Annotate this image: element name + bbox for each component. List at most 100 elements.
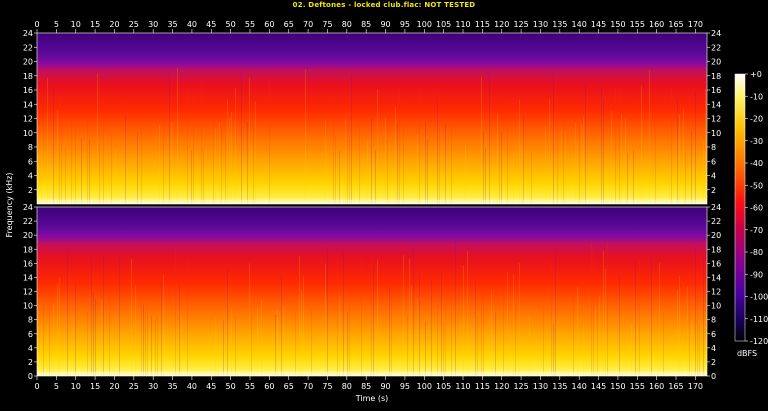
- colorbar-tick-label: -120: [750, 337, 768, 346]
- colorbar-tick-label: -80: [750, 248, 763, 257]
- x-tick-label-top: 150: [610, 20, 625, 29]
- spectrogram-chart: 0055101015152020252530303535404045455050…: [5, 20, 768, 403]
- x-tick-label-top: 140: [572, 20, 587, 29]
- y-tick-label-right: 20: [711, 231, 721, 240]
- x-tick-label-bottom: 100: [417, 382, 432, 391]
- x-tick-label-bottom: 110: [455, 382, 470, 391]
- y-tick-label-right: 6: [711, 157, 716, 166]
- x-tick-label-bottom: 160: [649, 382, 664, 391]
- colorbar-tick-label: -100: [750, 293, 768, 302]
- y-tick-label-left: 22: [23, 217, 33, 226]
- colorbar-tick-label: -10: [750, 92, 763, 101]
- y-tick-label-left: 20: [23, 58, 33, 67]
- y-tick-label-right: 2: [711, 358, 716, 367]
- y-tick-label-left: 12: [23, 115, 33, 124]
- y-tick-label-left: 8: [28, 143, 33, 152]
- x-tick-label-top: 165: [668, 20, 683, 29]
- y-tick-label-left: 16: [23, 86, 33, 95]
- x-tick-label-bottom: 115: [475, 382, 490, 391]
- y-tick-label-left: 4: [28, 344, 33, 353]
- y-tick-label-right: 0: [711, 372, 716, 381]
- x-tick-label-top: 85: [361, 20, 371, 29]
- x-tick-label-bottom: 150: [610, 382, 625, 391]
- x-tick-label-top: 45: [206, 20, 216, 29]
- y-tick-label-left: 12: [23, 288, 33, 297]
- y-tick-label-right: 14: [711, 273, 721, 282]
- y-tick-label-right: 4: [711, 344, 716, 353]
- x-tick-label-top: 5: [54, 20, 59, 29]
- colorbar-tick-label: -70: [750, 226, 763, 235]
- x-tick-label-bottom: 105: [436, 382, 451, 391]
- x-tick-label-bottom: 165: [668, 382, 683, 391]
- y-tick-label-left: 16: [23, 259, 33, 268]
- x-tick-label-top: 55: [245, 20, 255, 29]
- x-tick-label-bottom: 45: [206, 382, 216, 391]
- y-tick-label-left: 4: [28, 172, 33, 181]
- x-tick-label-top: 125: [513, 20, 528, 29]
- x-tick-label-top: 35: [167, 20, 177, 29]
- x-tick-label-top: 135: [552, 20, 567, 29]
- y-tick-label-left: 10: [23, 302, 33, 311]
- y-tick-label-right: 10: [711, 129, 721, 138]
- colorbar-tick-label: -40: [750, 159, 763, 168]
- y-tick-label-right: 18: [711, 72, 721, 81]
- y-tick-label-right: 10: [711, 302, 721, 311]
- x-tick-label-bottom: 50: [226, 382, 236, 391]
- colorbar-tick-label: -90: [750, 270, 763, 279]
- x-axis-label: Time (s): [355, 394, 389, 403]
- y-tick-label-left: 24: [23, 203, 33, 212]
- colorbar-tick-label: -110: [750, 315, 768, 324]
- y-tick-label-right: 24: [711, 29, 721, 38]
- x-tick-label-bottom: 140: [572, 382, 587, 391]
- x-tick-label-top: 75: [322, 20, 332, 29]
- x-tick-label-bottom: 75: [322, 382, 332, 391]
- x-tick-label-bottom: 15: [90, 382, 100, 391]
- colorbar-tick-label: -30: [750, 137, 763, 146]
- y-tick-label-left: 2: [28, 358, 33, 367]
- y-axis-label: Frequency (kHz): [5, 173, 14, 238]
- x-tick-label-bottom: 70: [303, 382, 313, 391]
- y-tick-label-right: 18: [711, 245, 721, 254]
- y-tick-label-left: 10: [23, 129, 33, 138]
- y-tick-label-left: 18: [23, 72, 33, 81]
- x-tick-label-bottom: 155: [630, 382, 645, 391]
- x-tick-label-top: 145: [591, 20, 606, 29]
- y-tick-label-right: 16: [711, 86, 721, 95]
- x-tick-label-top: 25: [129, 20, 139, 29]
- y-tick-label-left: 2: [28, 186, 33, 195]
- x-tick-label-bottom: 80: [342, 382, 352, 391]
- x-tick-label-top: 60: [264, 20, 274, 29]
- x-tick-label-top: 105: [436, 20, 451, 29]
- y-tick-label-left: 8: [28, 316, 33, 325]
- x-tick-label-bottom: 60: [264, 382, 274, 391]
- x-tick-label-top: 80: [342, 20, 352, 29]
- colorbar-tick-label: -20: [750, 115, 763, 124]
- x-tick-label-bottom: 35: [167, 382, 177, 391]
- x-tick-label-top: 15: [90, 20, 100, 29]
- x-tick-label-top: 50: [226, 20, 236, 29]
- x-tick-label-bottom: 10: [71, 382, 81, 391]
- x-tick-label-top: 70: [303, 20, 313, 29]
- x-tick-label-bottom: 85: [361, 382, 371, 391]
- x-tick-label-bottom: 0: [34, 382, 39, 391]
- x-tick-label-bottom: 40: [187, 382, 197, 391]
- y-tick-label-right: 20: [711, 58, 721, 67]
- x-tick-label-bottom: 135: [552, 382, 567, 391]
- x-tick-label-top: 160: [649, 20, 664, 29]
- x-tick-label-bottom: 95: [400, 382, 410, 391]
- x-tick-label-top: 155: [630, 20, 645, 29]
- x-tick-label-top: 110: [455, 20, 470, 29]
- x-tick-label-bottom: 25: [129, 382, 139, 391]
- y-tick-label-left: 22: [23, 43, 33, 52]
- colorbar: [734, 73, 746, 342]
- x-tick-label-top: 95: [400, 20, 410, 29]
- x-tick-label-top: 40: [187, 20, 197, 29]
- x-tick-label-bottom: 125: [513, 382, 528, 391]
- y-tick-label-right: 4: [711, 172, 716, 181]
- colorbar-tick-label: +0: [750, 70, 762, 79]
- y-tick-label-right: 8: [711, 316, 716, 325]
- x-tick-label-top: 0: [34, 20, 39, 29]
- y-tick-label-right: 22: [711, 217, 721, 226]
- y-tick-label-left: 24: [23, 29, 33, 38]
- y-tick-label-right: 22: [711, 43, 721, 52]
